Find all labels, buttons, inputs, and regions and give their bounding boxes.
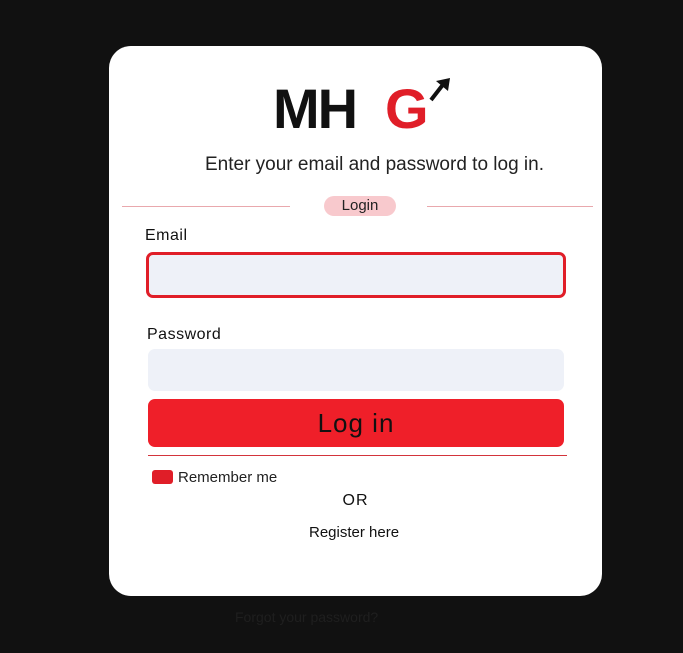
register-link[interactable]: Register here	[309, 524, 399, 541]
login-button[interactable]: Log in	[148, 399, 564, 447]
forgot-password-link[interactable]: Forgot your password?	[235, 609, 378, 625]
logo-text-accent: G	[385, 78, 429, 132]
login-card: MH G Enter your email and password to lo…	[109, 46, 602, 596]
divider-left	[122, 206, 290, 207]
password-label: Password	[147, 326, 222, 343]
logo-text-dark: MH	[273, 78, 356, 132]
login-section-label: Login	[324, 196, 396, 216]
login-page: MH G Enter your email and password to lo…	[0, 0, 683, 653]
remember-me-checkbox[interactable]: Remember me	[152, 468, 277, 486]
form-divider	[148, 455, 567, 456]
or-separator: OR	[342, 492, 369, 509]
email-label: Email	[145, 227, 188, 244]
login-instructions: Enter your email and password to log in.	[204, 154, 544, 175]
mhg-logo: MH G	[273, 78, 450, 132]
arrow-up-right-icon	[429, 78, 450, 102]
email-field[interactable]	[146, 252, 566, 298]
divider-right	[427, 206, 593, 207]
password-field[interactable]	[148, 349, 564, 391]
remember-me-label: Remember me	[178, 468, 278, 486]
checkbox-checked-icon[interactable]	[152, 470, 173, 484]
